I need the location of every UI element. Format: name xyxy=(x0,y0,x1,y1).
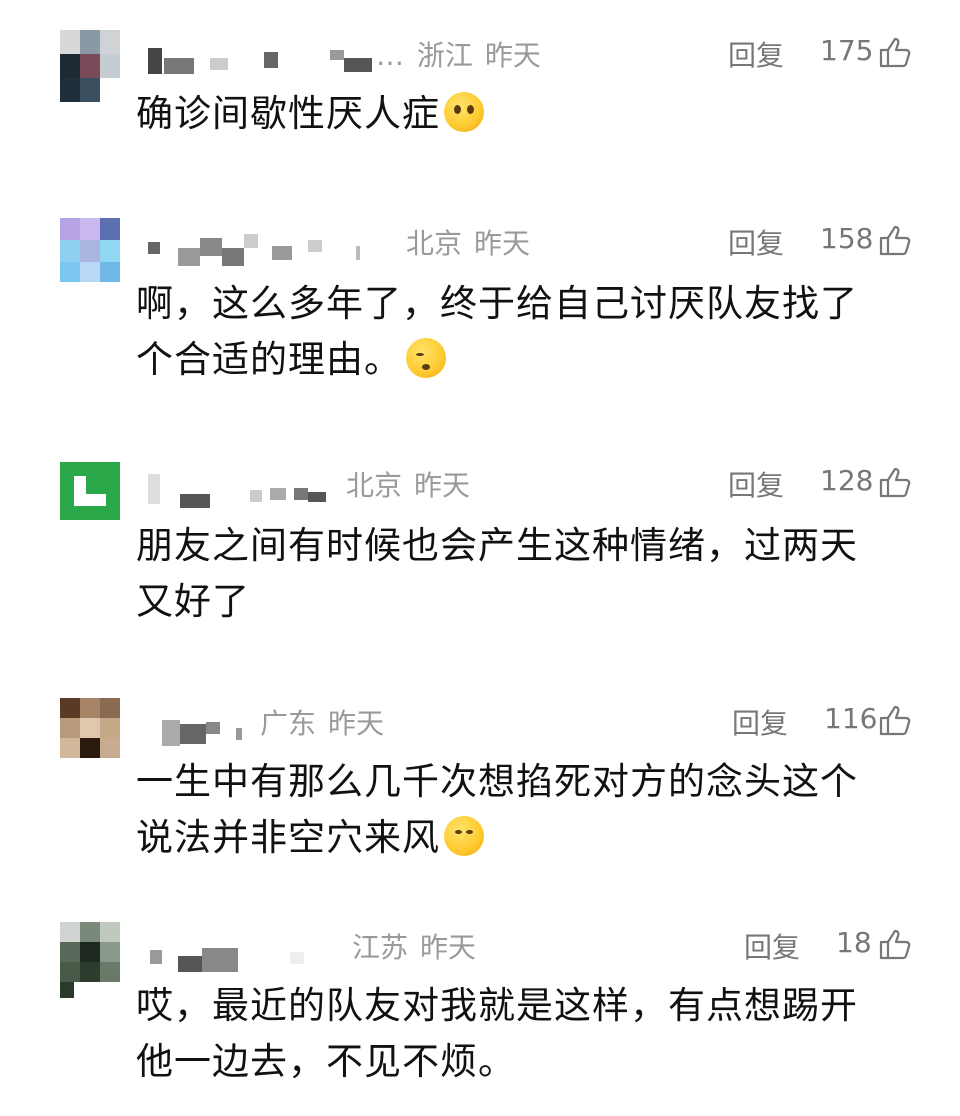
reply-button[interactable]: 回复 xyxy=(732,702,788,742)
username-blurred[interactable] xyxy=(140,712,260,746)
thinking-face-emoji xyxy=(444,816,484,856)
username-blurred[interactable] xyxy=(140,936,340,972)
comment-item: … 浙江 昨天 回复 175 确诊间歇性厌人症 xyxy=(0,30,960,180)
comment-item: 北京 昨天 回复 158 啊，这么多年了，终于给自己讨厌队友找了 个合适的理由。 xyxy=(0,218,960,418)
comment-meta: … 浙江 昨天 xyxy=(376,39,541,72)
timestamp: 昨天 xyxy=(484,39,541,72)
comment-meta: 江苏 昨天 xyxy=(352,926,476,966)
location: 北京 xyxy=(406,227,463,260)
avatar[interactable] xyxy=(60,922,120,998)
like-count: 18 xyxy=(836,926,872,959)
comment-text: 确诊间歇性厌人症 xyxy=(136,86,906,142)
reply-button[interactable]: 回复 xyxy=(728,464,784,504)
timestamp: 昨天 xyxy=(420,931,477,964)
location: 浙江 xyxy=(416,39,473,72)
username-blurred[interactable] xyxy=(140,232,380,266)
timestamp: 昨天 xyxy=(328,707,385,740)
reply-button[interactable]: 回复 xyxy=(728,34,784,74)
avatar[interactable] xyxy=(60,30,120,102)
location: 北京 xyxy=(346,469,403,502)
reply-button[interactable]: 回复 xyxy=(744,926,800,966)
location: 广东 xyxy=(260,707,317,740)
thumbs-up-icon[interactable] xyxy=(878,928,912,960)
comment-item: 广东 昨天 回复 116 一生中有那么几千次想掐死对方的念头这个 说法并非空穴来风 xyxy=(0,698,960,878)
like-count: 158 xyxy=(820,222,874,255)
like-count: 128 xyxy=(820,464,874,497)
comment-meta: 北京 昨天 xyxy=(346,464,470,504)
shushing-face-emoji xyxy=(406,338,446,378)
thumbs-up-icon[interactable] xyxy=(878,704,912,736)
thumbs-up-icon[interactable] xyxy=(878,36,912,68)
comment-text: 啊，这么多年了，终于给自己讨厌队友找了 个合适的理由。 xyxy=(136,282,858,381)
comment-meta: 广东 昨天 xyxy=(260,702,384,742)
comment-text: 一生中有那么几千次想掐死对方的念头这个 说法并非空穴来风 xyxy=(136,760,858,859)
like-count: 116 xyxy=(824,702,878,735)
thumbs-up-icon[interactable] xyxy=(878,466,912,498)
reply-button[interactable]: 回复 xyxy=(728,222,784,262)
timestamp: 昨天 xyxy=(474,227,531,260)
avatar[interactable] xyxy=(60,218,120,282)
username-blurred[interactable] xyxy=(140,44,410,74)
location: 江苏 xyxy=(352,931,409,964)
username-blurred[interactable] xyxy=(140,474,340,508)
avatar[interactable] xyxy=(60,698,120,774)
avatar[interactable] xyxy=(60,462,120,520)
timestamp: 昨天 xyxy=(414,469,471,502)
comment-meta: 北京 昨天 xyxy=(406,222,530,262)
comment-item: 北京 昨天 回复 128 朋友之间有时候也会产生这种情绪，过两天 又好了 xyxy=(0,460,960,640)
comment-item: 江苏 昨天 回复 18 哎，最近的队友对我就是这样，有点想踢开 他一边去，不见不烦… xyxy=(0,922,960,1102)
thumbs-up-icon[interactable] xyxy=(878,224,912,256)
like-count: 175 xyxy=(820,34,874,67)
comment-text: 哎，最近的队友对我就是这样，有点想踢开 他一边去，不见不烦。 xyxy=(136,984,858,1083)
grimacing-face-emoji xyxy=(444,92,484,132)
comment-text: 朋友之间有时候也会产生这种情绪，过两天 又好了 xyxy=(136,524,858,623)
